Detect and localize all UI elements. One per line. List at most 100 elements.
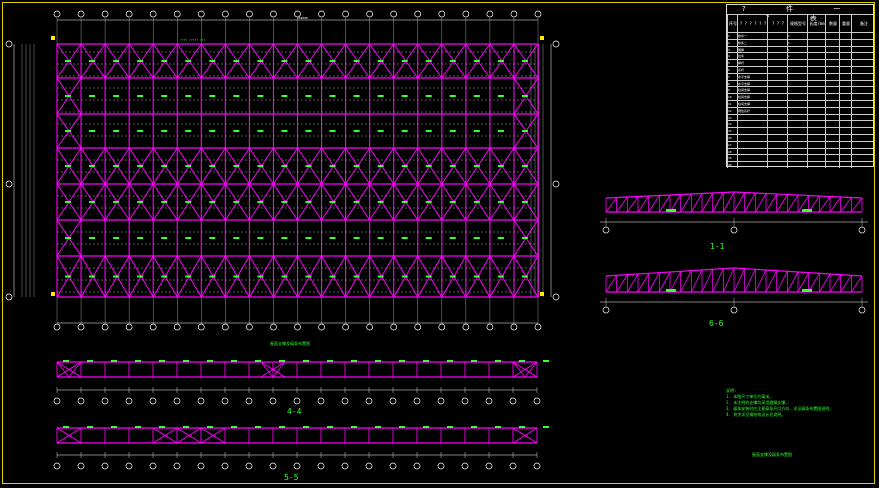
axis-bubble <box>269 462 277 470</box>
member-tag <box>113 165 120 167</box>
axis-bubble <box>341 397 349 405</box>
note-line: 4. 其余详见钢结构设计总说明。 <box>726 412 786 417</box>
member-tag <box>473 130 480 132</box>
member-tag <box>305 60 312 62</box>
axis-bubble <box>197 323 205 331</box>
web-diagonal <box>744 269 756 293</box>
axis-bubble <box>53 462 61 470</box>
member-tag <box>87 360 93 362</box>
axis-bubble <box>125 462 133 470</box>
axis-bubble <box>438 10 446 18</box>
member-tag <box>303 426 309 428</box>
table-header-cell: 规格型号 <box>787 15 808 33</box>
member-tag <box>377 201 384 203</box>
drawing-name: 屋面支撑及檩条布置图 <box>270 340 310 346</box>
member-tag <box>137 60 144 62</box>
axis-bubble <box>552 180 560 188</box>
axis-bubble <box>173 397 181 405</box>
materials-table-header: 序号? ? ? ? ? ?? ? ? 规格型号 长度/mm 数量 重量 备注 <box>727 14 873 33</box>
member-tag <box>305 275 312 278</box>
member-tag <box>279 426 285 428</box>
web-diagonal <box>733 268 746 293</box>
axis-bubble <box>602 306 610 314</box>
member-tag <box>135 426 141 428</box>
member-tag <box>377 237 384 239</box>
member-tag <box>305 237 312 239</box>
member-tag <box>353 275 360 278</box>
axis-bubble <box>533 462 541 470</box>
web-diagonal <box>669 271 682 293</box>
member-tag <box>185 95 192 97</box>
axis-bubble <box>365 397 373 405</box>
member-tag <box>185 237 192 239</box>
member-tag <box>377 130 384 132</box>
member-tag <box>161 165 168 167</box>
section-6-6-elevation <box>600 267 868 314</box>
member-tag <box>471 426 477 428</box>
member-tag <box>802 209 812 212</box>
member-tag <box>209 275 216 278</box>
drawing-name-bottom: 屋面支撑及檩条布置图 <box>752 451 792 457</box>
member-tag <box>495 360 501 362</box>
axis-bubble <box>510 10 518 18</box>
axis-bubble <box>390 323 398 331</box>
member-tag <box>495 426 501 428</box>
member-tag <box>401 130 408 132</box>
section-5-5-label: 5-5 <box>284 473 299 482</box>
web-diagonal <box>754 193 767 213</box>
member-tag <box>305 95 312 97</box>
axis-bubble <box>485 462 493 470</box>
web-diagonal <box>627 196 639 213</box>
axis-bubble <box>730 306 738 314</box>
member-tag <box>113 275 120 278</box>
member-tag <box>113 237 120 239</box>
axis-bubble <box>552 40 560 48</box>
web-diagonal <box>701 269 714 293</box>
axis-bubble <box>552 293 560 301</box>
member-tag <box>137 130 144 132</box>
member-tag <box>449 165 456 167</box>
axis-bubble <box>730 226 738 234</box>
member-tag <box>447 426 453 428</box>
axis-bubble <box>149 323 157 331</box>
member-tag <box>209 237 216 239</box>
axis-bubble <box>485 397 493 405</box>
member-tag <box>375 426 381 428</box>
axis-bubble <box>101 323 109 331</box>
axis-bubble <box>197 10 205 18</box>
axis-bubble <box>149 462 157 470</box>
member-tag <box>521 275 528 278</box>
x-brace <box>512 361 526 378</box>
axis-bubble <box>5 40 13 48</box>
member-tag <box>497 275 504 278</box>
axis-bubble <box>437 397 445 405</box>
member-tag <box>401 237 408 239</box>
member-tag <box>353 60 360 62</box>
member-tag <box>185 165 192 167</box>
member-tag <box>521 237 528 239</box>
web-diagonal <box>776 194 788 213</box>
axis-bubble <box>269 397 277 405</box>
member-tag <box>305 130 312 132</box>
member-tag <box>65 201 71 203</box>
table-header-cell: 长度/mm <box>807 15 826 33</box>
member-tag <box>63 426 69 428</box>
web-diagonal <box>733 192 746 213</box>
web-diagonal <box>786 194 799 213</box>
member-tag <box>423 360 429 362</box>
table-header-cell: ? ? ? <box>767 15 788 33</box>
member-tag <box>329 95 336 97</box>
web-diagonal <box>680 270 692 293</box>
axis-bubble <box>462 323 470 331</box>
member-tag <box>65 60 71 62</box>
member-tag <box>401 60 408 62</box>
member-tag <box>473 165 480 167</box>
member-tag <box>111 426 117 428</box>
x-brace <box>272 361 286 378</box>
member-tag <box>399 426 405 428</box>
member-tag <box>233 237 240 239</box>
member-tag <box>257 95 264 97</box>
member-tag <box>65 275 71 278</box>
member-tag <box>185 275 192 278</box>
member-tag <box>449 201 456 203</box>
